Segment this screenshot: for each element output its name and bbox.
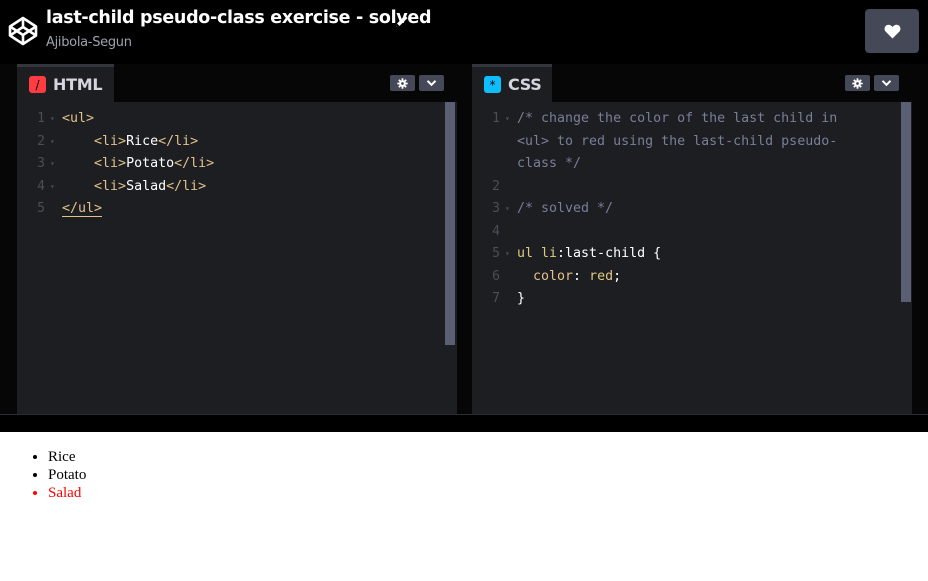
html-code-editor[interactable]: 1 ▾ <ul> 2 ▾ <li>Rice</li> 3 ▾ <li>Potato</li>…	[17, 102, 457, 414]
code-token: </li>	[174, 156, 215, 171]
css-settings-button[interactable]	[845, 75, 870, 91]
line-number: 1	[37, 111, 45, 126]
html-editor-scrollbar[interactable]	[445, 102, 455, 345]
editors-area: / HTML 1 ▾ <ul> 2 ▾ <li>Rice</li> 3 ▾ <l…	[0, 64, 928, 415]
author-name[interactable]: Ajibola-Segun	[46, 35, 132, 50]
code-token: /* solved */	[517, 201, 614, 216]
gear-icon	[397, 77, 408, 89]
chevron-down-icon	[426, 80, 437, 87]
code-text: }	[517, 288, 525, 310]
line-number: 5	[492, 246, 500, 261]
code-text: <li>Potato</li>	[62, 153, 214, 175]
code-token: /* change the color of the last child in	[517, 111, 838, 126]
line-number: 7	[492, 291, 500, 306]
pen-header: last-child pseudo-class exercise - solve…	[0, 0, 928, 64]
code-token: Salad	[126, 178, 167, 194]
code-text: </ul>	[62, 198, 103, 220]
chevron-down-icon	[881, 80, 892, 87]
code-token: class */	[517, 156, 582, 171]
pencil-icon[interactable]	[394, 13, 410, 29]
tab-css-label: CSS	[508, 75, 542, 94]
tab-css[interactable]: * CSS	[472, 64, 552, 102]
css-collapse-button[interactable]	[874, 75, 899, 91]
preview-list: Rice Potato Salad	[48, 448, 86, 502]
code-token: </li>	[166, 178, 207, 194]
fold-arrow-icon[interactable]: ▾	[50, 176, 55, 198]
pen-title: last-child pseudo-class exercise - solve…	[46, 8, 432, 28]
line-number: 4	[37, 178, 45, 194]
code-token: </ul>	[62, 201, 103, 217]
love-button[interactable]	[865, 9, 919, 53]
gear-icon	[852, 77, 863, 89]
line-number: 5	[37, 201, 45, 216]
codepen-logo-icon[interactable]	[7, 15, 39, 47]
code-token: </li>	[158, 133, 199, 149]
tab-html-label: HTML	[53, 75, 103, 94]
line-number: 1	[492, 111, 500, 126]
code-token: :last-child {	[557, 246, 662, 261]
code-token: color	[533, 268, 574, 284]
list-item: Rice	[48, 448, 86, 466]
fold-arrow-icon[interactable]: ▾	[50, 131, 55, 153]
line-number: 2	[492, 178, 500, 194]
code-text: ul li:last-child {	[517, 243, 661, 265]
fold-arrow-icon[interactable]: ▾	[50, 108, 55, 130]
code-token: <li>	[94, 133, 127, 149]
html-settings-button[interactable]	[390, 75, 415, 91]
css-editor-header: * CSS	[472, 64, 912, 102]
fold-arrow-icon[interactable]: ▾	[505, 198, 510, 220]
result-preview: Rice Potato Salad	[0, 432, 928, 581]
heart-icon	[884, 24, 900, 38]
css-icon: *	[484, 76, 501, 93]
code-token: <li>	[94, 156, 127, 171]
line-number: 4	[492, 223, 500, 239]
resize-bar[interactable]	[0, 414, 928, 432]
code-token: Rice	[126, 133, 159, 149]
css-code-editor[interactable]: 1 ▾ /* change the color of the last child …	[472, 102, 912, 414]
code-token: :	[573, 268, 590, 284]
fold-arrow-icon[interactable]: ▾	[505, 108, 510, 130]
line-number: 6	[492, 268, 500, 284]
code-text: <li>Rice</li>	[62, 131, 198, 153]
code-token: <ul> to red using the last-child pseudo-	[517, 133, 838, 149]
html-editor-header: / HTML	[17, 64, 457, 102]
code-text: /* change the color of the last child in	[517, 108, 837, 130]
tab-html[interactable]: / HTML	[17, 64, 114, 102]
html-icon: /	[29, 76, 46, 93]
code-token: ;	[613, 268, 622, 284]
code-text: <ul>	[62, 108, 94, 130]
code-token: Potato	[126, 156, 175, 171]
code-text: /* solved */	[517, 198, 613, 220]
fold-arrow-icon[interactable]: ▾	[505, 243, 510, 265]
code-token: }	[517, 291, 526, 306]
code-text: color: red;	[517, 266, 621, 288]
code-token: <li>	[94, 178, 127, 194]
code-token: <ul>	[62, 111, 95, 126]
line-number: 3	[37, 156, 45, 171]
html-editor-panel: / HTML 1 ▾ <ul> 2 ▾ <li>Rice</li> 3 ▾ <l…	[17, 64, 457, 414]
code-token: ul li	[517, 246, 558, 261]
list-item: Potato	[48, 466, 86, 484]
css-editor-scrollbar[interactable]	[901, 102, 911, 302]
html-collapse-button[interactable]	[419, 75, 444, 91]
line-number: 2	[37, 133, 45, 149]
code-text: class */	[517, 153, 581, 175]
fold-arrow-icon[interactable]: ▾	[50, 153, 55, 175]
code-token: red	[589, 268, 614, 284]
list-item-last: Salad	[48, 484, 86, 502]
css-editor-panel: * CSS 1 ▾ /* change the color of the las…	[472, 64, 912, 414]
code-text: <li>Salad</li>	[62, 176, 206, 198]
code-text: <ul> to red using the last-child pseudo-	[517, 131, 837, 153]
line-number: 3	[492, 201, 500, 216]
